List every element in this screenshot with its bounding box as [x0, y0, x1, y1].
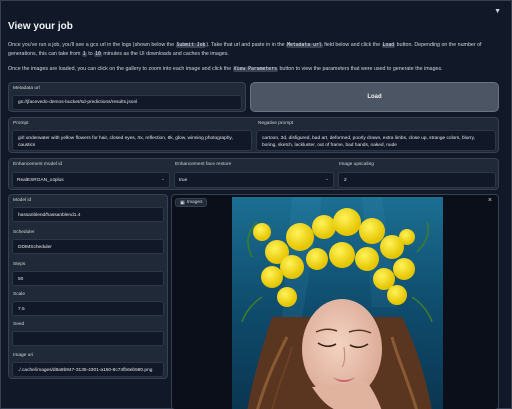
steps-label: Steps [13, 262, 26, 267]
face-restore-label: Enhancement face restore [175, 162, 232, 167]
text: Once the images are loaded, you can clic… [8, 66, 233, 72]
instructions-paragraph-2: Once the images are loaded, you can clic… [8, 65, 508, 74]
scale-label: Scale [13, 292, 25, 297]
text: Once you've run a job, you'll see a gcs … [8, 42, 176, 48]
scale-input[interactable]: 7.5 [12, 301, 164, 316]
image-uri-input[interactable]: ./.cache/images/d8a9b947-3135-4301-a150-… [12, 362, 164, 377]
code-10: 10 [94, 52, 102, 57]
text: button to view the parameters that were … [277, 66, 443, 72]
parameters-block: Model id hassanblend/hassanblend1.4 Sche… [8, 194, 168, 379]
code-submit-job: Submit Job [175, 43, 207, 48]
metadata-url-input[interactable]: gs://jfacevedo-demos-bucket/sd-predictio… [12, 95, 242, 110]
gallery-label-text: Images [186, 200, 203, 205]
model-id-label: Model id [13, 198, 32, 203]
collapse-triangle-icon[interactable]: ▼ [494, 8, 501, 15]
prompts-block: Prompt girl underwater with yellow flowe… [8, 117, 499, 153]
chevron-down-icon: ⌄ [324, 176, 329, 182]
page-title: View your job [8, 21, 73, 32]
images-gallery[interactable]: ▣ Images × [171, 194, 499, 409]
text: field below and click the [322, 42, 382, 48]
gallery-label: ▣ Images [175, 198, 208, 207]
negative-prompt-label: Negative prompt [258, 121, 294, 126]
upscaling-input[interactable]: 2 [338, 172, 496, 188]
text: minutes as the UI downloads and caches t… [101, 51, 229, 57]
code-load: Load [381, 43, 396, 48]
view-job-panel: ▼ View your job Once you've run a job, y… [0, 0, 512, 409]
face-restore-value: true [179, 178, 188, 183]
scheduler-label: Scheduler [13, 230, 35, 235]
metadata-url-block: Metadata url gs://jfacevedo-demos-bucket… [8, 82, 246, 112]
seed-label: Seed [13, 322, 25, 327]
enhancement-block: Enhancement model id RealESRGAN_x4plus ⌄… [8, 158, 499, 190]
image-icon: ▣ [180, 199, 185, 206]
enhancement-model-label: Enhancement model id [13, 162, 63, 167]
generated-image[interactable] [232, 197, 443, 409]
scheduler-input[interactable]: DDIMScheduler [12, 239, 164, 254]
model-id-input[interactable]: hassanblend/hassanblend1.4 [12, 207, 164, 222]
instructions-paragraph-1: Once you've run a job, you'll see a gcs … [8, 41, 508, 59]
steps-input[interactable]: 50 [12, 271, 164, 286]
chevron-down-icon: ⌄ [160, 176, 165, 182]
code-view-parameters: View Parameters [232, 67, 278, 72]
upscaling-label: Image upscaling [339, 162, 374, 167]
load-button[interactable]: Load [250, 82, 499, 112]
face-restore-select[interactable]: true ⌄ [174, 172, 334, 188]
enhancement-model-select[interactable]: RealESRGAN_x4plus ⌄ [12, 172, 170, 188]
prompt-label: Prompt [13, 121, 29, 126]
seed-input[interactable] [12, 331, 164, 346]
enhancement-model-value: RealESRGAN_x4plus [17, 178, 64, 183]
close-icon[interactable]: × [488, 197, 492, 204]
negative-prompt-textarea[interactable]: cartoon, 3d, disfigured, bad art, deform… [256, 130, 496, 151]
code-metadata-url: Metadata url [286, 43, 323, 48]
prompt-textarea[interactable]: girl underwater with yellow flowers for … [12, 130, 252, 151]
text: ). Take that url and paste in in the [206, 42, 287, 48]
metadata-url-label: Metadata url [13, 86, 40, 91]
image-uri-label: Image uri [13, 353, 33, 358]
